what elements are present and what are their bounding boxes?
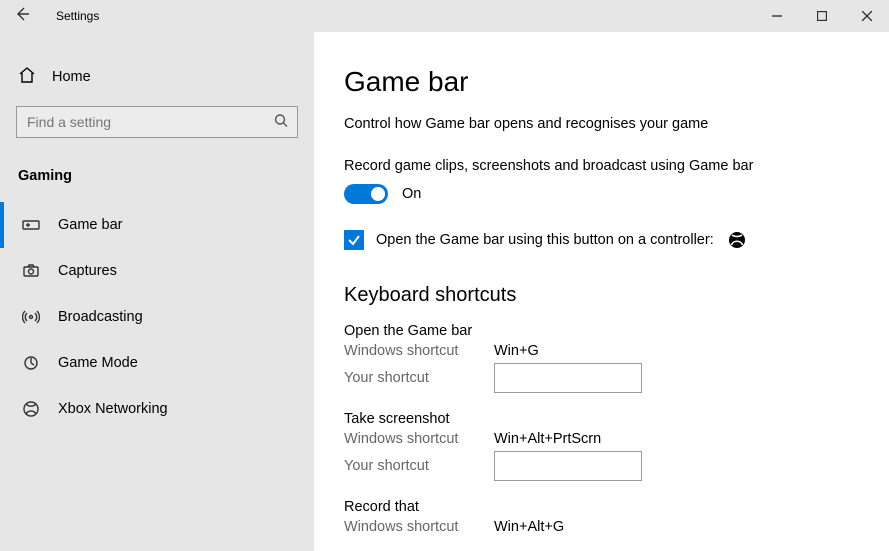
controller-checkbox[interactable] [344, 230, 364, 250]
maximize-button[interactable] [799, 0, 844, 32]
your-shortcut-label: Your shortcut [344, 458, 494, 474]
checkbox-label: Open the Game bar using this button on a… [376, 232, 714, 248]
home-link[interactable]: Home [0, 56, 314, 98]
nav-label: Game Mode [58, 355, 138, 371]
window-title: Settings [56, 9, 99, 23]
toggle-state: On [402, 186, 421, 202]
xbox-networking-icon [22, 400, 40, 418]
back-icon[interactable] [14, 6, 30, 27]
your-shortcut-label: Your shortcut [344, 370, 494, 386]
nav-item-captures[interactable]: Captures [0, 248, 314, 294]
your-shortcut-input[interactable] [494, 451, 642, 481]
nav-label: Captures [58, 263, 117, 279]
sidebar: Home Gaming Game bar Captures [0, 32, 314, 551]
toggle-label: Record game clips, screenshots and broad… [344, 158, 859, 174]
shortcut-title: Open the Game bar [344, 323, 859, 339]
titlebar: Settings [0, 0, 889, 32]
checkbox-row: Open the Game bar using this button on a… [344, 230, 859, 250]
close-button[interactable] [844, 0, 889, 32]
nav-item-game-bar[interactable]: Game bar [0, 202, 314, 248]
body: Home Gaming Game bar Captures [0, 32, 889, 551]
page-subtext: Control how Game bar opens and recognise… [344, 116, 859, 132]
home-label: Home [52, 69, 91, 85]
nav-label: Xbox Networking [58, 401, 168, 417]
search-box [16, 106, 298, 138]
titlebar-left: Settings [0, 6, 99, 27]
win-shortcut-value: Win+Alt+PrtScrn [494, 431, 601, 447]
shortcut-win-row: Windows shortcut Win+Alt+G [344, 519, 859, 535]
toggle-knob [371, 187, 385, 201]
win-shortcut-label: Windows shortcut [344, 519, 494, 535]
shortcut-win-row: Windows shortcut Win+G [344, 343, 859, 359]
shortcut-win-row: Windows shortcut Win+Alt+PrtScrn [344, 431, 859, 447]
content: Game bar Control how Game bar opens and … [314, 32, 889, 551]
shortcut-title: Record that [344, 499, 859, 515]
nav-label: Broadcasting [58, 309, 143, 325]
shortcut-title: Take screenshot [344, 411, 859, 427]
shortcut-your-row: Your shortcut [344, 363, 859, 393]
nav-list: Game bar Captures Broadcasting Game Mode [0, 202, 314, 432]
xbox-icon [728, 231, 746, 249]
win-shortcut-label: Windows shortcut [344, 343, 494, 359]
your-shortcut-input[interactable] [494, 363, 642, 393]
game-bar-icon [22, 216, 40, 234]
search-wrap [16, 106, 298, 138]
broadcasting-icon [22, 308, 40, 326]
shortcut-block-open: Open the Game bar Windows shortcut Win+G… [344, 323, 859, 393]
game-mode-icon [22, 354, 40, 372]
win-shortcut-value: Win+G [494, 343, 539, 359]
nav-item-xbox-networking[interactable]: Xbox Networking [0, 386, 314, 432]
nav-item-game-mode[interactable]: Game Mode [0, 340, 314, 386]
shortcut-block-record-that: Record that Windows shortcut Win+Alt+G [344, 499, 859, 535]
shortcuts-heading: Keyboard shortcuts [344, 284, 859, 307]
nav-item-broadcasting[interactable]: Broadcasting [0, 294, 314, 340]
captures-icon [22, 262, 40, 280]
shortcut-block-screenshot: Take screenshot Windows shortcut Win+Alt… [344, 411, 859, 481]
window-controls [754, 0, 889, 32]
search-icon [274, 114, 288, 131]
toggle-row: On [344, 184, 859, 204]
win-shortcut-value: Win+Alt+G [494, 519, 564, 535]
shortcut-your-row: Your shortcut [344, 451, 859, 481]
record-toggle[interactable] [344, 184, 388, 204]
nav-label: Game bar [58, 217, 122, 233]
win-shortcut-label: Windows shortcut [344, 431, 494, 447]
category-label: Gaming [0, 156, 314, 202]
page-title: Game bar [344, 66, 859, 98]
minimize-button[interactable] [754, 0, 799, 32]
search-input[interactable] [16, 106, 298, 138]
home-icon [18, 66, 36, 88]
